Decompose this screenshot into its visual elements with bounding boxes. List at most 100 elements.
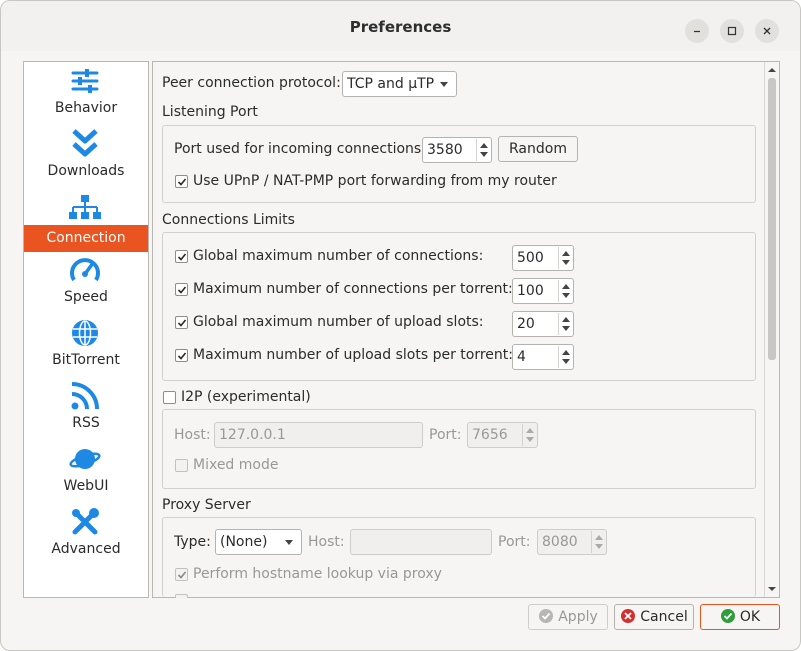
sidebar-item-bittorrent[interactable]: BitTorrent [24, 314, 148, 377]
i2p-title: I2P (experimental) [181, 389, 311, 405]
apply-button[interactable]: Apply [528, 604, 608, 630]
mixed-mode-label: Mixed mode [193, 457, 279, 473]
chevrons-down-icon [68, 128, 102, 160]
peer-protocol-select[interactable]: TCP and µTP [342, 71, 457, 97]
ok-label: OK [739, 609, 761, 625]
sidebar-item-webui[interactable]: WebUI [24, 440, 148, 503]
i2p-host-label: Host: [174, 427, 211, 443]
network-icon [68, 194, 102, 222]
category-sidebar: Behavior Downloads Connection Speed BitT… [23, 61, 149, 598]
sliders-icon [68, 65, 102, 97]
limit-label: Global maximum number of upload slots: [193, 314, 484, 330]
listening-port-title: Listening Port [162, 104, 258, 120]
hostname-lookup-checkbox[interactable] [175, 568, 188, 581]
checkmark-icon [177, 253, 187, 261]
limit-value: 100 [517, 283, 544, 299]
mixed-mode-checkbox[interactable] [175, 459, 188, 472]
sidebar-item-label: WebUI [63, 478, 109, 494]
i2p-host-input[interactable]: 127.0.0.1 [214, 422, 423, 448]
scroll-down-icon[interactable] [767, 584, 777, 594]
peer-protocol-label: Peer connection protocol: [162, 75, 341, 91]
sidebar-item-label: RSS [72, 415, 100, 431]
spin-arrows-icon[interactable] [522, 424, 536, 446]
tools-icon [68, 506, 102, 538]
limit-label: Global maximum number of connections: [193, 248, 484, 264]
chevron-down-icon [285, 540, 293, 545]
spin-arrows-icon[interactable] [476, 139, 490, 161]
sidebar-item-label: Downloads [47, 163, 125, 179]
sidebar-item-label: Behavior [54, 100, 118, 116]
global-max-upload-slots-checkbox[interactable] [175, 316, 188, 329]
max-upload-slots-per-torrent-checkbox[interactable] [175, 349, 188, 362]
limit-label: Maximum number of upload slots per torre… [193, 347, 513, 363]
close-button[interactable] [755, 19, 779, 43]
max-connections-per-torrent-checkbox[interactable] [175, 283, 188, 296]
spin-arrows-icon[interactable] [558, 313, 572, 335]
proxy-type-label: Type: [174, 534, 211, 550]
cutoff-checkbox[interactable] [175, 594, 188, 598]
proxy-port-value: 8080 [542, 534, 578, 550]
sidebar-item-speed[interactable]: Speed [24, 251, 148, 314]
window-title: Preferences [349, 18, 452, 36]
sidebar-item-label: Connection [46, 230, 126, 246]
ok-button[interactable]: OK [700, 604, 780, 630]
proxy-host-input[interactable] [350, 529, 492, 555]
i2p-port-label: Port: [429, 427, 462, 443]
global-max-connections-checkbox[interactable] [175, 250, 188, 263]
sidebar-item-label: Speed [64, 289, 108, 305]
upnp-label: Use UPnP / NAT-PMP port forwarding from … [193, 173, 557, 189]
scroll-up-icon[interactable] [767, 65, 777, 75]
i2p-checkbox[interactable] [163, 391, 176, 404]
globe-icon [68, 317, 102, 349]
limit-value: 20 [517, 316, 535, 332]
sidebar-item-connection[interactable]: Connection [24, 225, 148, 252]
port-value: 3580 [427, 142, 463, 158]
sidebar-item-downloads[interactable]: Downloads [24, 125, 148, 188]
port-label: Port used for incoming connections: [174, 141, 426, 157]
spin-arrows-icon[interactable] [558, 247, 572, 269]
sidebar-item-behavior[interactable]: Behavior [24, 62, 148, 125]
check-circle-icon [720, 609, 735, 623]
global-max-connections-spinbox[interactable]: 500 [512, 245, 574, 271]
checkmark-icon [177, 319, 187, 327]
sidebar-item-rss[interactable]: RSS [24, 377, 148, 440]
title-bar: Preferences [1, 1, 800, 51]
sidebar-item-advanced[interactable]: Advanced [24, 503, 148, 566]
maximize-icon [727, 26, 737, 36]
spin-arrows-icon[interactable] [591, 531, 605, 553]
proxy-type-value: (None) [220, 534, 268, 550]
scrollbar-thumb[interactable] [768, 78, 776, 360]
proxy-port-spinbox[interactable]: 8080 [537, 529, 607, 555]
cancel-button[interactable]: Cancel [614, 604, 694, 630]
proxy-type-select[interactable]: (None) [215, 529, 302, 555]
content-scrollbar[interactable] [764, 62, 779, 597]
max-connections-per-torrent-spinbox[interactable]: 100 [512, 278, 574, 304]
minimize-button[interactable] [685, 19, 709, 43]
spin-arrows-icon[interactable] [558, 346, 572, 368]
limit-label: Maximum number of connections per torren… [193, 281, 513, 297]
max-upload-slots-per-torrent-spinbox[interactable]: 4 [512, 344, 574, 370]
hostname-lookup-label: Perform hostname lookup via proxy [193, 566, 442, 582]
global-max-upload-slots-spinbox[interactable]: 20 [512, 311, 574, 337]
checkmark-icon [177, 286, 187, 294]
i2p-group [162, 409, 756, 489]
sidebar-item-label: BitTorrent [52, 352, 120, 368]
maximize-button[interactable] [720, 19, 744, 43]
port-spinbox[interactable]: 3580 [422, 137, 492, 163]
cancel-label: Cancel [640, 609, 688, 625]
check-circle-icon [539, 609, 554, 623]
i2p-port-value: 7656 [472, 427, 508, 443]
random-port-button[interactable]: Random [498, 136, 578, 162]
i2p-port-spinbox[interactable]: 7656 [467, 422, 538, 448]
cancel-icon [621, 609, 636, 623]
apply-label: Apply [558, 609, 598, 625]
spin-arrows-icon[interactable] [558, 280, 572, 302]
preferences-window: Preferences Behavior Downloads Connectio… [0, 0, 801, 651]
limit-value: 500 [517, 250, 544, 266]
connections-limits-title: Connections Limits [162, 212, 295, 228]
checkmark-icon [177, 571, 187, 579]
proxy-host-label: Host: [308, 534, 345, 550]
upnp-checkbox[interactable] [175, 175, 188, 188]
sidebar-item-label: Advanced [51, 541, 121, 557]
chevron-down-icon [440, 82, 448, 87]
